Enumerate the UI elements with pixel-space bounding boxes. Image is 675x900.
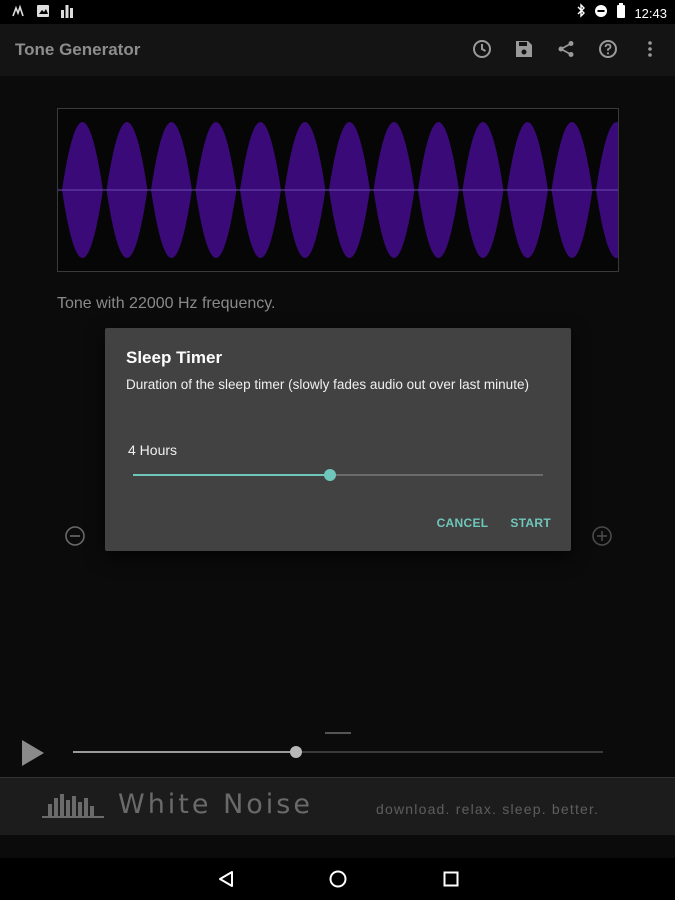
increase-frequency-icon[interactable] bbox=[591, 525, 613, 547]
bluetooth-icon bbox=[576, 3, 586, 23]
timer-duration-value: 4 Hours bbox=[128, 442, 178, 458]
battery-icon bbox=[616, 3, 626, 23]
share-icon[interactable] bbox=[555, 38, 577, 60]
waveform-display bbox=[57, 108, 619, 272]
home-icon[interactable] bbox=[327, 868, 349, 890]
waveform-graphic bbox=[58, 122, 618, 258]
back-icon[interactable] bbox=[215, 868, 237, 890]
image-notification-icon bbox=[36, 4, 50, 23]
do-not-disturb-icon bbox=[594, 4, 608, 23]
tone-description: Tone with 22000 Hz frequency. bbox=[57, 295, 276, 312]
equalizer-notification-icon bbox=[60, 4, 74, 23]
slider-thumb[interactable] bbox=[323, 469, 336, 481]
playback-seekbar[interactable] bbox=[73, 746, 603, 758]
usb-debug-icon bbox=[10, 4, 26, 23]
slider-fill bbox=[133, 474, 330, 476]
overflow-menu-icon[interactable] bbox=[639, 38, 661, 60]
seekbar-fill bbox=[73, 751, 296, 753]
navigation-bar bbox=[0, 858, 675, 900]
decrease-frequency-icon[interactable] bbox=[64, 525, 86, 547]
timer-icon[interactable] bbox=[471, 38, 493, 60]
recents-icon[interactable] bbox=[440, 868, 462, 890]
dialog-title: Sleep Timer bbox=[126, 348, 223, 367]
ad-tagline: download. relax. sleep. better. bbox=[376, 801, 600, 817]
equalizer-logo-icon bbox=[42, 792, 104, 820]
ad-banner[interactable]: White Noise download. relax. sleep. bett… bbox=[0, 777, 675, 835]
sleep-timer-dialog: Sleep Timer Duration of the sleep timer … bbox=[105, 328, 571, 551]
save-icon[interactable] bbox=[513, 38, 535, 60]
app-title: Tone Generator bbox=[15, 40, 141, 59]
start-button[interactable]: START bbox=[510, 516, 551, 530]
play-icon[interactable] bbox=[20, 739, 46, 767]
dialog-message: Duration of the sleep timer (slowly fade… bbox=[126, 377, 529, 392]
seekbar-thumb[interactable] bbox=[289, 746, 302, 758]
status-bar: 12:43 bbox=[0, 0, 675, 24]
cancel-button[interactable]: CANCEL bbox=[437, 516, 489, 530]
help-icon[interactable] bbox=[597, 38, 619, 60]
status-time: 12:43 bbox=[634, 5, 667, 21]
ad-brand-name: White Noise bbox=[118, 789, 313, 820]
app-bar: Tone Generator bbox=[0, 24, 675, 76]
timer-duration-slider[interactable] bbox=[133, 469, 543, 481]
drag-handle[interactable] bbox=[325, 732, 351, 734]
